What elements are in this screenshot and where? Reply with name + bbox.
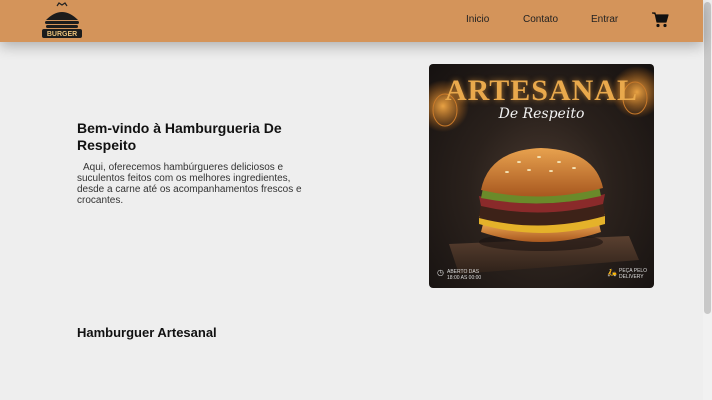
page-scrollbar[interactable] xyxy=(703,0,712,400)
promo-image: ARTESANAL De Respeito ◷ ABERTO DAS 18:00… xyxy=(429,64,654,288)
nav-link-contato[interactable]: Contato xyxy=(523,14,558,25)
shopping-cart-icon[interactable] xyxy=(651,12,669,28)
delivery-icon: 🛵 xyxy=(607,268,617,277)
promo-hours: ABERTO DAS 18:00 AS 00:00 xyxy=(447,269,481,281)
navbar: BURGER Inicio Contato Entrar xyxy=(0,0,703,42)
nav-link-entrar[interactable]: Entrar xyxy=(591,14,618,25)
nav-link-inicio[interactable]: Inicio xyxy=(466,14,489,25)
promo-hours-line2: 18:00 AS 00:00 xyxy=(447,275,482,281)
hero-text: Aqui, oferecemos hambúrgueres deliciosos… xyxy=(77,162,302,206)
promo-delivery-line2: DELIVERY xyxy=(619,274,644,280)
promo-script: De Respeito xyxy=(498,106,585,122)
section-title: Hamburguer Artesanal xyxy=(77,325,217,340)
clock-icon: ◷ xyxy=(437,268,444,277)
promo-delivery: PEÇA PELO DELIVERY xyxy=(619,268,647,280)
hero-title: Bem-vindo à Hamburgueria De Respeito xyxy=(77,120,282,153)
promo-title: ARTESANAL xyxy=(445,74,638,107)
burger-logo[interactable]: BURGER xyxy=(38,2,86,42)
svg-text:BURGER: BURGER xyxy=(47,31,77,38)
scrollbar-thumb[interactable] xyxy=(704,2,711,314)
